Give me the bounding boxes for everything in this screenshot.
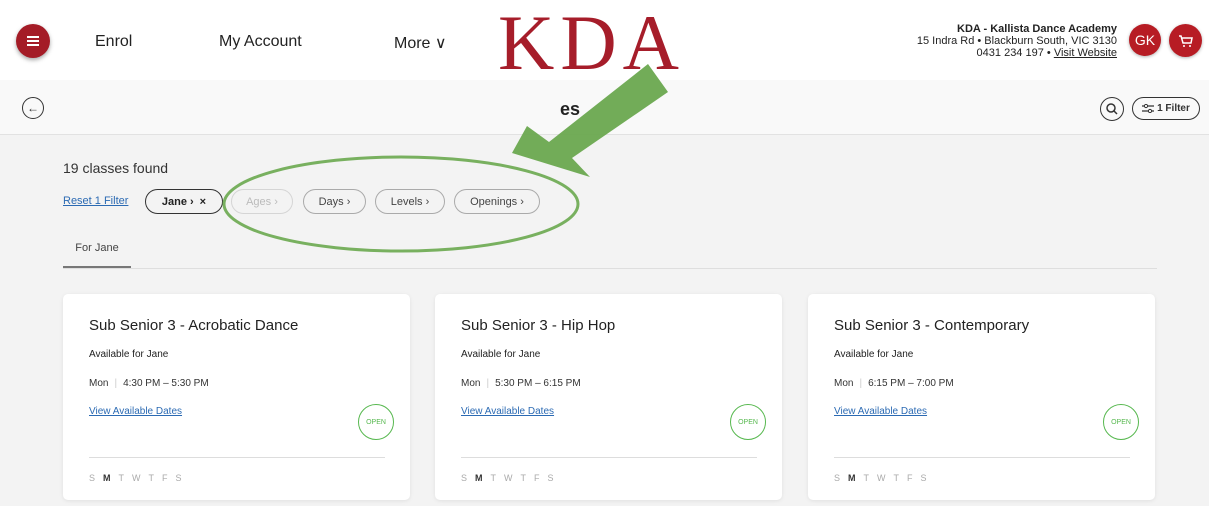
chip-jane-label: Jane ›	[161, 195, 194, 208]
class-day: Mon	[89, 378, 109, 389]
class-card[interactable]: Sub Senior 3 - Contemporary Available fo…	[808, 294, 1155, 500]
academy-name: KDA - Kallista Dance Academy	[957, 23, 1117, 35]
results-count: 19 classes found	[63, 160, 169, 176]
weekday: S	[461, 473, 476, 483]
weekday: F	[907, 473, 921, 483]
back-button[interactable]: ←	[22, 97, 44, 119]
class-availability: Available for Jane	[461, 349, 541, 360]
view-dates-link[interactable]: View Available Dates	[834, 406, 927, 417]
chip-ages[interactable]: Ages ›	[231, 189, 293, 214]
tab-for-jane[interactable]: For Jane	[63, 242, 131, 254]
weekday: T	[893, 473, 908, 483]
class-schedule: Mon | 6:15 PM – 7:00 PM	[834, 378, 954, 389]
sliders-icon	[1142, 104, 1155, 113]
menu-button[interactable]	[16, 24, 50, 58]
chip-days[interactable]: Days ›	[303, 189, 366, 214]
page-title: es	[560, 99, 581, 119]
chip-levels[interactable]: Levels ›	[375, 189, 445, 214]
chip-days-label: Days ›	[318, 195, 351, 208]
weekday: S	[547, 473, 562, 483]
chip-openings-label: Openings ›	[470, 195, 524, 208]
open-status-badge: OPEN	[1103, 404, 1139, 440]
close-icon[interactable]: ×	[200, 196, 206, 208]
weekday: W	[132, 473, 149, 483]
class-day: Mon	[461, 378, 481, 389]
weekday: T	[520, 473, 535, 483]
weekday: W	[504, 473, 521, 483]
sub-toolbar	[0, 80, 1209, 135]
class-time: 5:30 PM – 6:15 PM	[495, 378, 581, 389]
card-divider	[461, 457, 757, 458]
nav-my-account[interactable]: My Account	[219, 33, 302, 51]
academy-info: KDA - Kallista Dance Academy 15 Indra Rd…	[917, 23, 1117, 59]
class-time: 6:15 PM – 7:00 PM	[868, 378, 954, 389]
weekday-active: M	[848, 473, 864, 483]
weekday-active: M	[103, 473, 119, 483]
search-button[interactable]	[1100, 97, 1124, 121]
tab-divider	[63, 268, 1157, 269]
filter-button[interactable]: 1 Filter	[1132, 97, 1200, 120]
user-avatar[interactable]: GK	[1129, 24, 1161, 56]
reset-filter-link[interactable]: Reset 1 Filter	[63, 195, 128, 207]
weekday: S	[89, 473, 104, 483]
class-card[interactable]: Sub Senior 3 - Hip Hop Available for Jan…	[435, 294, 782, 500]
kda-logo[interactable]: KDA	[498, 4, 685, 82]
view-dates-link[interactable]: View Available Dates	[461, 406, 554, 417]
arrow-left-icon: ←	[27, 101, 39, 115]
class-schedule: Mon | 4:30 PM – 5:30 PM	[89, 378, 209, 389]
card-divider	[89, 457, 385, 458]
weekday-row: SMTWTFS	[834, 473, 935, 483]
cart-button[interactable]	[1169, 24, 1202, 57]
class-title: Sub Senior 3 - Contemporary	[834, 317, 1030, 334]
weekday-row: SMTWTFS	[89, 473, 190, 483]
class-availability: Available for Jane	[834, 349, 914, 360]
class-title: Sub Senior 3 - Acrobatic Dance	[89, 317, 299, 334]
weekday: S	[920, 473, 935, 483]
class-day: Mon	[834, 378, 854, 389]
weekday-active: M	[475, 473, 491, 483]
nav-enrol[interactable]: Enrol	[95, 33, 132, 51]
weekday: S	[175, 473, 190, 483]
search-icon	[1106, 103, 1118, 115]
weekday: F	[162, 473, 176, 483]
weekday: T	[118, 473, 133, 483]
card-divider	[834, 457, 1130, 458]
cart-icon	[1178, 34, 1193, 47]
weekday: T	[863, 473, 878, 483]
filter-label: 1 Filter	[1157, 103, 1190, 114]
hamburger-icon	[27, 36, 39, 46]
academy-address: 15 Indra Rd • Blackburn South, VIC 3130	[916, 35, 1117, 47]
chip-levels-label: Levels ›	[390, 195, 430, 208]
chip-jane[interactable]: Jane › ×	[145, 189, 223, 214]
class-title: Sub Senior 3 - Hip Hop	[461, 317, 616, 334]
class-card[interactable]: Sub Senior 3 - Acrobatic Dance Available…	[63, 294, 410, 500]
view-dates-link[interactable]: View Available Dates	[89, 406, 182, 417]
class-availability: Available for Jane	[89, 349, 169, 360]
chip-ages-label: Ages ›	[246, 195, 278, 208]
weekday: T	[490, 473, 505, 483]
weekday: S	[834, 473, 849, 483]
weekday: T	[148, 473, 163, 483]
weekday: F	[534, 473, 548, 483]
open-status-badge: OPEN	[358, 404, 394, 440]
nav-more[interactable]: More ∨	[394, 33, 447, 53]
visit-website-link[interactable]: Visit Website	[1054, 47, 1117, 59]
weekday: W	[877, 473, 894, 483]
class-schedule: Mon | 5:30 PM – 6:15 PM	[461, 378, 581, 389]
class-time: 4:30 PM – 5:30 PM	[123, 378, 209, 389]
open-status-badge: OPEN	[730, 404, 766, 440]
academy-phone: 0431 234 197 •	[976, 47, 1051, 59]
chip-openings[interactable]: Openings ›	[454, 189, 540, 214]
weekday-row: SMTWTFS	[461, 473, 562, 483]
top-header: Enrol My Account More ∨ KDA KDA - Kallis…	[0, 0, 1209, 82]
